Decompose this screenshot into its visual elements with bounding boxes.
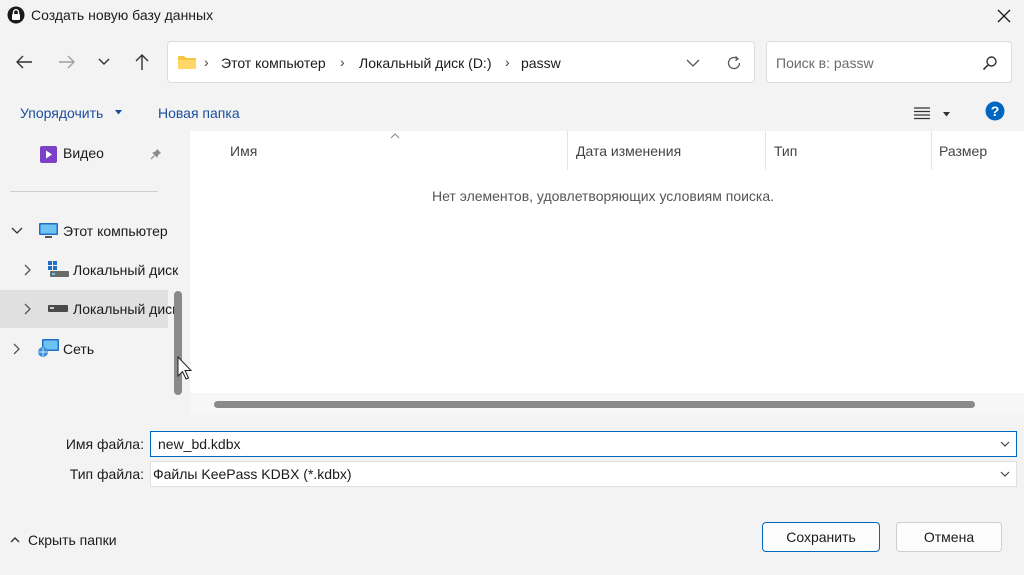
breadcrumb-this-pc[interactable]: Этот компьютер [221, 55, 326, 71]
drive-icon [48, 305, 68, 312]
new-folder-label: Новая папка [158, 105, 240, 121]
refresh-icon [727, 56, 741, 70]
search-icon[interactable] [982, 55, 998, 71]
nav-item-label: Видео [63, 145, 104, 161]
window-title: Создать новую базу данных [31, 7, 214, 23]
caret-down-icon [943, 112, 950, 117]
refresh-button[interactable] [720, 50, 748, 76]
chevron-right-icon[interactable] [24, 303, 32, 315]
nav-item-label: Локальный диск [73, 262, 179, 278]
breadcrumb-passw[interactable]: passw [521, 55, 561, 71]
empty-message: Нет элементов, удовлетворяющих условиям … [432, 188, 775, 204]
network-icon [38, 339, 59, 357]
column-header-date-modified[interactable]: Дата изменения [576, 143, 681, 159]
organize-label: Упорядочить [20, 105, 104, 121]
save-form: Имя файла: new_bd.kdbx Тип файла: Файлы … [0, 415, 1024, 575]
navigation-pane: Видео Этот компьютер Локальный диск Лока… [0, 131, 184, 415]
address-history-button[interactable] [679, 50, 707, 76]
caret-down-icon [115, 110, 122, 115]
nav-item-network[interactable]: Сеть [0, 330, 168, 368]
close-button[interactable] [984, 0, 1024, 31]
pin-icon[interactable] [150, 148, 162, 160]
chevron-right-icon[interactable] [24, 264, 32, 276]
organize-menu-button[interactable]: Упорядочить [10, 95, 138, 131]
list-view-icon [914, 107, 930, 120]
arrow-right-icon [59, 55, 75, 69]
folder-icon [178, 56, 196, 69]
nav-item-local-disk-d[interactable]: Локальный диск [0, 290, 178, 328]
nav-item-local-disk-c[interactable]: Локальный диск [0, 251, 178, 289]
hide-folders-label: Скрыть папки [28, 532, 117, 548]
chevron-right-icon[interactable] [13, 343, 21, 355]
chevron-down-icon [1000, 471, 1010, 477]
file-list: Имя Дата изменения Тип Размер Нет элемен… [190, 131, 1024, 415]
computer-icon [39, 223, 58, 238]
chevron-down-icon[interactable] [11, 227, 23, 235]
filetype-label: Тип файла: [69, 466, 144, 482]
help-button[interactable]: ? [985, 101, 1005, 121]
horizontal-scrollbar-thumb[interactable] [214, 401, 975, 408]
column-divider[interactable] [567, 131, 568, 170]
nav-divider [10, 191, 158, 192]
column-divider[interactable] [765, 131, 766, 170]
keepass-lock-icon [7, 6, 25, 24]
search-input[interactable]: Поиск в: passw [776, 55, 874, 71]
arrow-up-icon [135, 54, 149, 70]
arrow-left-icon [16, 55, 32, 69]
chevron-down-icon [98, 58, 110, 65]
column-divider[interactable] [931, 131, 932, 170]
column-header-type[interactable]: Тип [774, 143, 797, 159]
column-header-name[interactable]: Имя [230, 143, 257, 159]
back-button[interactable] [8, 47, 40, 77]
sort-ascending-icon [390, 133, 400, 139]
address-bar[interactable]: › Этот компьютер › Локальный диск (D:) ›… [167, 41, 755, 83]
breadcrumb-drive-d[interactable]: Локальный диск (D:) [359, 55, 492, 71]
nav-item-label: Сеть [63, 341, 95, 357]
hide-folders-button[interactable]: Скрыть папки [6, 528, 130, 552]
chevron-down-icon[interactable] [1000, 441, 1010, 447]
filetype-select[interactable]: Файлы KeePass KDBX (*.kdbx) [150, 461, 1017, 487]
cancel-button[interactable]: Отмена [896, 522, 1002, 552]
filename-input[interactable]: new_bd.kdbx [158, 436, 241, 452]
title-bar: Создать новую базу данных [0, 0, 1024, 31]
up-button[interactable] [127, 47, 157, 77]
nav-item-this-pc[interactable]: Этот компьютер [0, 212, 168, 250]
chevron-down-icon [686, 59, 700, 67]
column-header-size[interactable]: Размер [939, 143, 987, 159]
search-box[interactable]: Поиск в: passw [766, 41, 1012, 83]
close-icon [997, 9, 1011, 22]
nav-item-label: Локальный диск [73, 301, 179, 317]
nav-item-video[interactable]: Видео [0, 134, 168, 172]
new-folder-button[interactable]: Новая папка [150, 95, 254, 131]
filename-label: Имя файла: [65, 436, 144, 452]
save-button[interactable]: Сохранить [762, 522, 880, 552]
svg-text:?: ? [991, 103, 1000, 119]
breadcrumb-separator-icon: › [340, 54, 345, 70]
toolbar: Упорядочить Новая папка ? [0, 95, 1024, 131]
breadcrumb-separator-icon: › [204, 54, 209, 70]
help-icon: ? [985, 101, 1005, 121]
filename-field[interactable]: new_bd.kdbx [150, 431, 1017, 457]
chevron-up-icon [10, 537, 20, 543]
mouse-cursor-icon [177, 356, 193, 380]
forward-button[interactable] [51, 47, 83, 77]
view-options-button[interactable] [908, 99, 956, 127]
video-icon [40, 146, 57, 163]
breadcrumb-separator-icon: › [505, 54, 510, 70]
nav-item-label: Этот компьютер [63, 223, 168, 239]
recent-locations-button[interactable] [90, 47, 118, 77]
filetype-value: Файлы KeePass KDBX (*.kdbx) [153, 466, 352, 482]
drive-icon [48, 261, 69, 277]
